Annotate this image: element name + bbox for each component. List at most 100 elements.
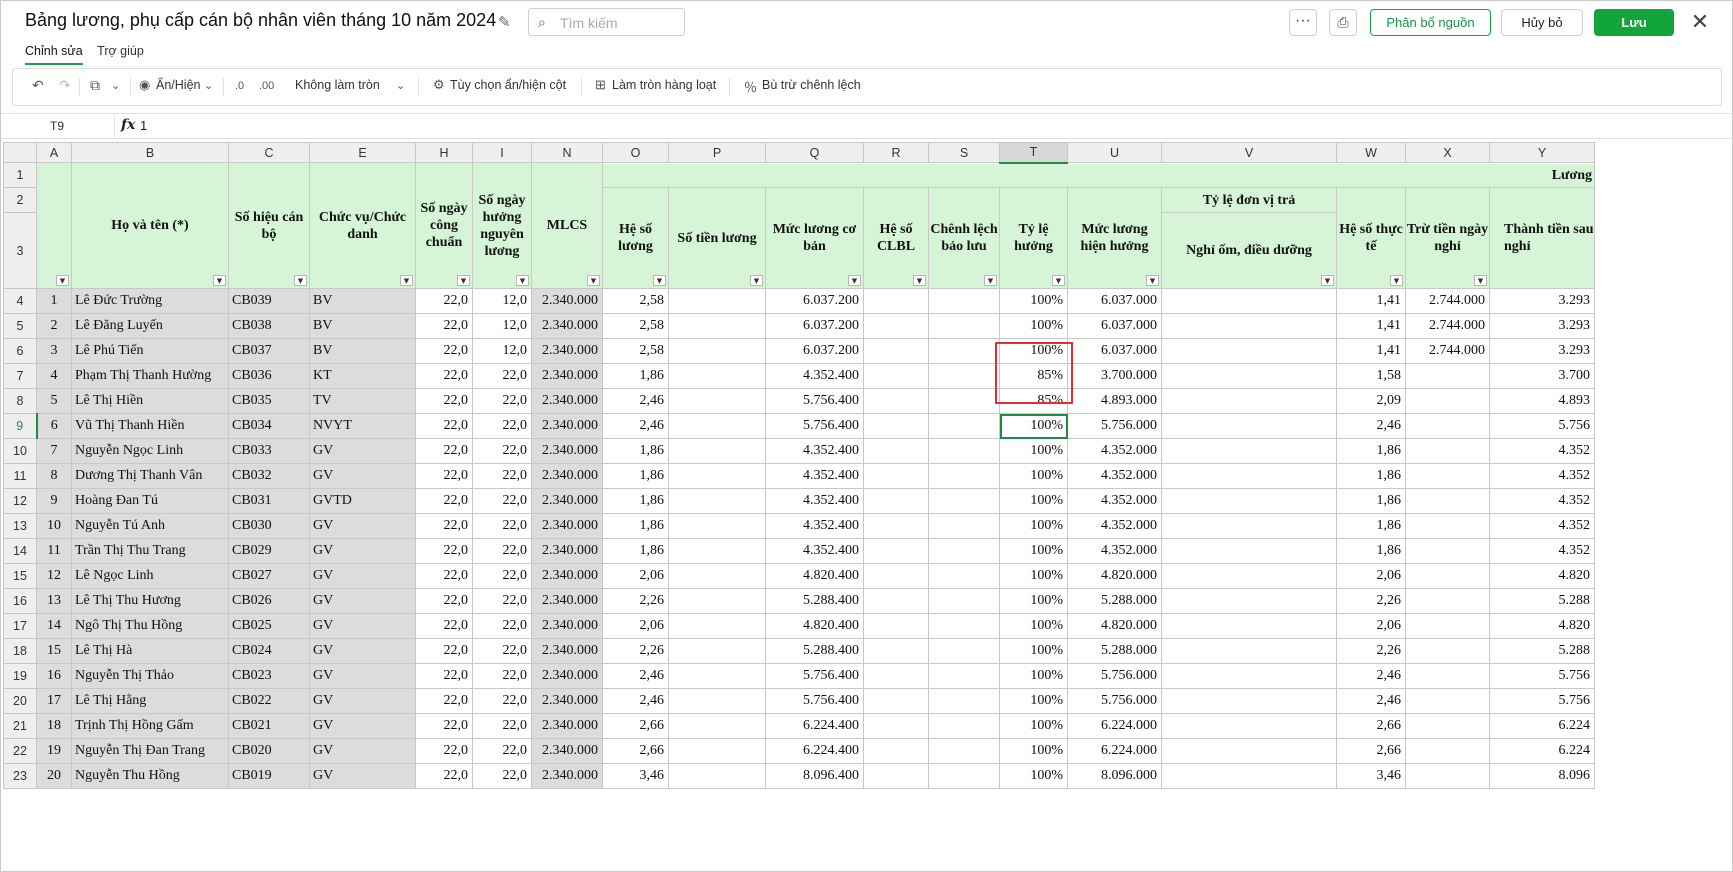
- cell-salary-coefficient[interactable]: 2,58: [602, 313, 669, 339]
- cell-standard-days[interactable]: 22,0: [415, 588, 473, 614]
- row-header[interactable]: 17: [3, 613, 37, 639]
- tab-help[interactable]: Trợ giúp: [97, 44, 144, 63]
- cell-sick-leave[interactable]: [1161, 363, 1337, 389]
- cell-benefit-rate[interactable]: 100%: [999, 663, 1068, 689]
- cell-benefit-rate[interactable]: 100%: [999, 413, 1068, 439]
- row-header[interactable]: 3: [3, 212, 37, 289]
- cell-standard-days[interactable]: 22,0: [415, 413, 473, 439]
- undo-icon[interactable]: ↶: [32, 77, 44, 94]
- cell-position[interactable]: BV: [309, 313, 416, 339]
- cell-stt[interactable]: 9: [36, 488, 72, 514]
- cell-base-salary[interactable]: 4.352.400: [765, 488, 864, 514]
- cell-current-salary[interactable]: 4.352.000: [1067, 438, 1162, 464]
- cell-salary-coefficient[interactable]: 2,46: [602, 413, 669, 439]
- cell-position[interactable]: TV: [309, 388, 416, 414]
- cell-mlcs[interactable]: 2.340.000: [531, 363, 603, 389]
- cell-current-salary[interactable]: 4.352.000: [1067, 538, 1162, 564]
- cell-salary-amount[interactable]: [668, 313, 766, 339]
- cell-salary-coefficient[interactable]: 2,26: [602, 588, 669, 614]
- cell-clbl-coefficient[interactable]: [863, 613, 929, 639]
- row-header[interactable]: 1: [3, 162, 37, 188]
- cell-base-salary[interactable]: 4.352.400: [765, 513, 864, 539]
- cell-leave-deduction[interactable]: [1405, 538, 1490, 564]
- formula-input[interactable]: 1: [140, 118, 147, 133]
- cell-stt[interactable]: 14: [36, 613, 72, 639]
- cell-stt[interactable]: 12: [36, 563, 72, 589]
- cell-salary-coefficient[interactable]: 2,66: [602, 738, 669, 764]
- close-icon[interactable]: ✕: [1689, 9, 1711, 35]
- cell-base-salary[interactable]: 4.352.400: [765, 538, 864, 564]
- cell-name[interactable]: Ngô Thị Thu Hồng: [71, 613, 229, 639]
- cell-after-leave-amount[interactable]: 5.288: [1489, 638, 1595, 664]
- row-header[interactable]: 14: [3, 538, 37, 564]
- cell-leave-deduction[interactable]: [1405, 638, 1490, 664]
- cell-benefit-rate[interactable]: 100%: [999, 538, 1068, 564]
- cell-mlcs[interactable]: 2.340.000: [531, 663, 603, 689]
- cell-salary-coefficient[interactable]: 2,58: [602, 288, 669, 314]
- cell-mlcs[interactable]: 2.340.000: [531, 538, 603, 564]
- cell-current-salary[interactable]: 4.820.000: [1067, 563, 1162, 589]
- filter-dropdown-icon[interactable]: ▼: [294, 275, 307, 286]
- column-header[interactable]: R: [863, 142, 929, 163]
- cell-salary-coefficient[interactable]: 1,86: [602, 363, 669, 389]
- cell-base-salary[interactable]: 4.352.400: [765, 438, 864, 464]
- cell-full-pay-days[interactable]: 22,0: [472, 713, 532, 739]
- cell-sick-leave[interactable]: [1161, 638, 1337, 664]
- row-header[interactable]: 20: [3, 688, 37, 714]
- cell-actual-coefficient[interactable]: 1,86: [1336, 513, 1406, 539]
- cell-standard-days[interactable]: 22,0: [415, 563, 473, 589]
- cell-code[interactable]: CB029: [228, 538, 310, 564]
- cell-code[interactable]: CB037: [228, 338, 310, 364]
- cell-stt[interactable]: 20: [36, 763, 72, 789]
- cell-name[interactable]: Phạm Thị Thanh Hường: [71, 363, 229, 389]
- rounding-select[interactable]: Không làm tròn: [295, 78, 380, 92]
- cell-code[interactable]: CB027: [228, 563, 310, 589]
- row-header[interactable]: 18: [3, 638, 37, 664]
- cell-sick-leave[interactable]: [1161, 738, 1337, 764]
- cell-base-salary[interactable]: 4.352.400: [765, 463, 864, 489]
- cell-current-salary[interactable]: 4.820.000: [1067, 613, 1162, 639]
- cell-benefit-rate[interactable]: 100%: [999, 563, 1068, 589]
- cell-sick-leave[interactable]: [1161, 663, 1337, 689]
- cell-stt[interactable]: 19: [36, 738, 72, 764]
- cell-mlcs[interactable]: 2.340.000: [531, 313, 603, 339]
- increase-decimal-icon[interactable]: .00: [259, 80, 274, 92]
- cell-standard-days[interactable]: 22,0: [415, 638, 473, 664]
- cell-leave-deduction[interactable]: [1405, 763, 1490, 789]
- filter-dropdown-icon[interactable]: ▼: [984, 275, 997, 286]
- cell-mlcs[interactable]: 2.340.000: [531, 688, 603, 714]
- cell-standard-days[interactable]: 22,0: [415, 338, 473, 364]
- cell-actual-coefficient[interactable]: 1,58: [1336, 363, 1406, 389]
- filter-dropdown-icon[interactable]: ▼: [913, 275, 926, 286]
- cell-name[interactable]: Nguyễn Tú Anh: [71, 513, 229, 539]
- cell-actual-coefficient[interactable]: 2,26: [1336, 638, 1406, 664]
- cell-leave-deduction[interactable]: 2.744.000: [1405, 338, 1490, 364]
- cell-reserve-difference[interactable]: [928, 738, 1000, 764]
- cell-full-pay-days[interactable]: 12,0: [472, 338, 532, 364]
- cell-standard-days[interactable]: 22,0: [415, 488, 473, 514]
- cell-standard-days[interactable]: 22,0: [415, 513, 473, 539]
- cell-salary-amount[interactable]: [668, 663, 766, 689]
- column-header[interactable]: Y: [1489, 142, 1595, 163]
- allocate-source-button[interactable]: Phân bổ nguồn: [1370, 9, 1491, 36]
- filter-dropdown-icon[interactable]: ▼: [1474, 275, 1487, 286]
- more-button[interactable]: ···: [1289, 9, 1317, 36]
- column-header[interactable]: N: [531, 142, 603, 163]
- select-all-corner[interactable]: [3, 142, 37, 163]
- cell-base-salary[interactable]: 5.288.400: [765, 588, 864, 614]
- cell-current-salary[interactable]: 5.756.000: [1067, 413, 1162, 439]
- cell-after-leave-amount[interactable]: 4.893: [1489, 388, 1595, 414]
- cell-benefit-rate[interactable]: 100%: [999, 763, 1068, 789]
- cell-clbl-coefficient[interactable]: [863, 338, 929, 364]
- cell-salary-coefficient[interactable]: 1,86: [602, 538, 669, 564]
- row-header[interactable]: 6: [3, 338, 37, 364]
- cell-base-salary[interactable]: 5.756.400: [765, 388, 864, 414]
- cell-standard-days[interactable]: 22,0: [415, 463, 473, 489]
- cell-base-salary[interactable]: 4.820.400: [765, 613, 864, 639]
- cell-salary-amount[interactable]: [668, 463, 766, 489]
- cell-position[interactable]: GV: [309, 513, 416, 539]
- cell-name[interactable]: Lê Đức Trường: [71, 288, 229, 314]
- cell-code[interactable]: CB025: [228, 613, 310, 639]
- cell-full-pay-days[interactable]: 12,0: [472, 313, 532, 339]
- cell-leave-deduction[interactable]: [1405, 563, 1490, 589]
